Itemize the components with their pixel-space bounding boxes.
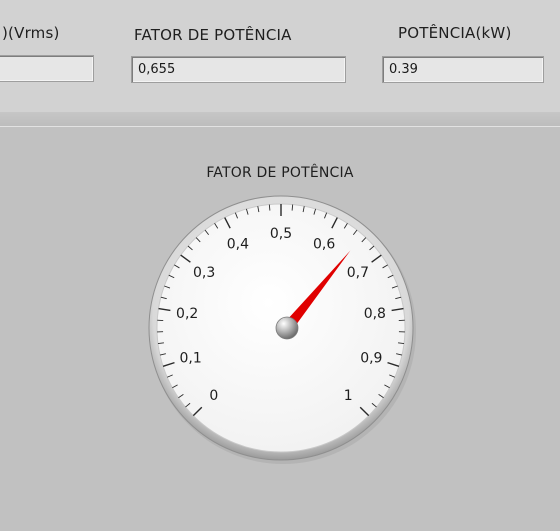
minor-tick — [268, 204, 271, 211]
minor-tick — [291, 204, 294, 211]
gauge-tick-label: 0,2 — [176, 306, 198, 322]
gauge-tick-label: 0,1 — [180, 350, 202, 366]
gauge-tick-label: 0,8 — [364, 306, 386, 322]
gauge-tick-label: 0,9 — [360, 350, 382, 366]
gauge-tick-label: 0,4 — [227, 236, 249, 252]
gauge-tick-label: 0,6 — [313, 236, 335, 252]
gauge-tick-label: 0,7 — [347, 265, 369, 281]
gauge-tick-label: 1 — [344, 388, 353, 404]
gauge-tick-label: 0 — [209, 388, 218, 404]
gauge-tick-label: 0,3 — [193, 265, 215, 281]
gauge-hub — [275, 316, 299, 340]
gauge-tick-label: 0,5 — [270, 226, 292, 242]
power-factor-gauge: 0 0,1 0,2 0,3 0,4 0,5 0,6 0,7 0,8 0,9 1 — [148, 195, 416, 464]
